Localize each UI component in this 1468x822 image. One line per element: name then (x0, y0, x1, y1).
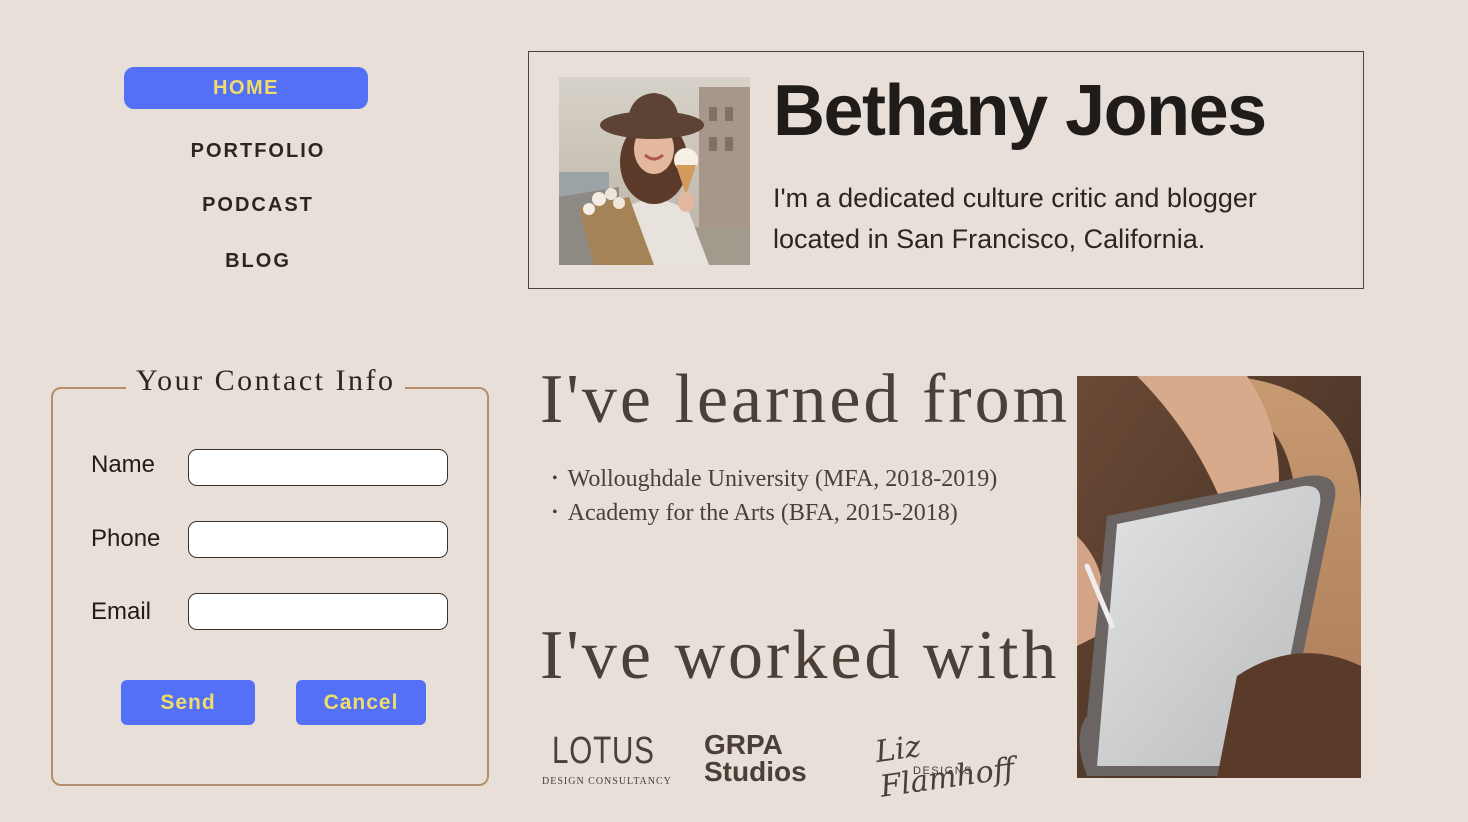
tablet-photo (1077, 376, 1361, 778)
profile-bio-line: I'm a dedicated culture critic and blogg… (773, 183, 1257, 213)
liz-flamhoff-logo-subtext: DESIGNS (913, 765, 974, 777)
profile-bio: I'm a dedicated culture critic and blogg… (773, 178, 1353, 260)
nav-blog-link[interactable]: BLOG (128, 250, 388, 273)
name-input[interactable] (188, 449, 448, 486)
profile-name: Bethany Jones (773, 71, 1267, 151)
email-label: Email (91, 598, 152, 625)
lotus-logo-subtext: DESIGN CONSULTANCY (542, 776, 672, 787)
cancel-button[interactable]: Cancel (296, 680, 426, 725)
education-list: Wolloughdale University (MFA, 2018-2019)… (552, 462, 998, 530)
education-heading: I've learned from (540, 361, 1071, 438)
nav-portfolio-link[interactable]: PORTFOLIO (128, 140, 388, 163)
profile-card: Bethany Jones I'm a dedicated culture cr… (528, 51, 1364, 289)
education-item: Academy for the Arts (BFA, 2015-2018) (552, 496, 997, 530)
liz-flamhoff-logo: Liz Flamhoff DESIGNS (873, 729, 1017, 805)
lotus-logo-text: LOTUS (552, 730, 655, 772)
grpa-logo-line: Studios (704, 756, 807, 787)
lotus-logo: LOTUS DESIGN CONSULTANCY (542, 730, 684, 787)
grpa-logo-line: GRPA (704, 729, 783, 760)
phone-label: Phone (91, 525, 161, 552)
work-heading: I've worked with (540, 617, 1060, 694)
contact-form-title: Your Contact Info (126, 364, 406, 398)
grpa-logo: GRPA Studios (704, 729, 807, 787)
name-label: Name (91, 451, 156, 478)
profile-bio-line: located in San Francisco, California. (773, 224, 1206, 254)
liz-flamhoff-logo-script: Liz Flamhoff (873, 729, 1017, 805)
education-item: Wolloughdale University (MFA, 2018-2019) (552, 462, 998, 496)
nav-podcast-link[interactable]: PODCAST (128, 194, 388, 217)
phone-input[interactable] (188, 521, 448, 558)
email-input[interactable] (188, 593, 448, 630)
profile-photo (559, 77, 750, 265)
send-button[interactable]: Send (121, 680, 255, 725)
nav-home-button[interactable]: HOME (124, 67, 368, 109)
contact-form (51, 387, 489, 786)
